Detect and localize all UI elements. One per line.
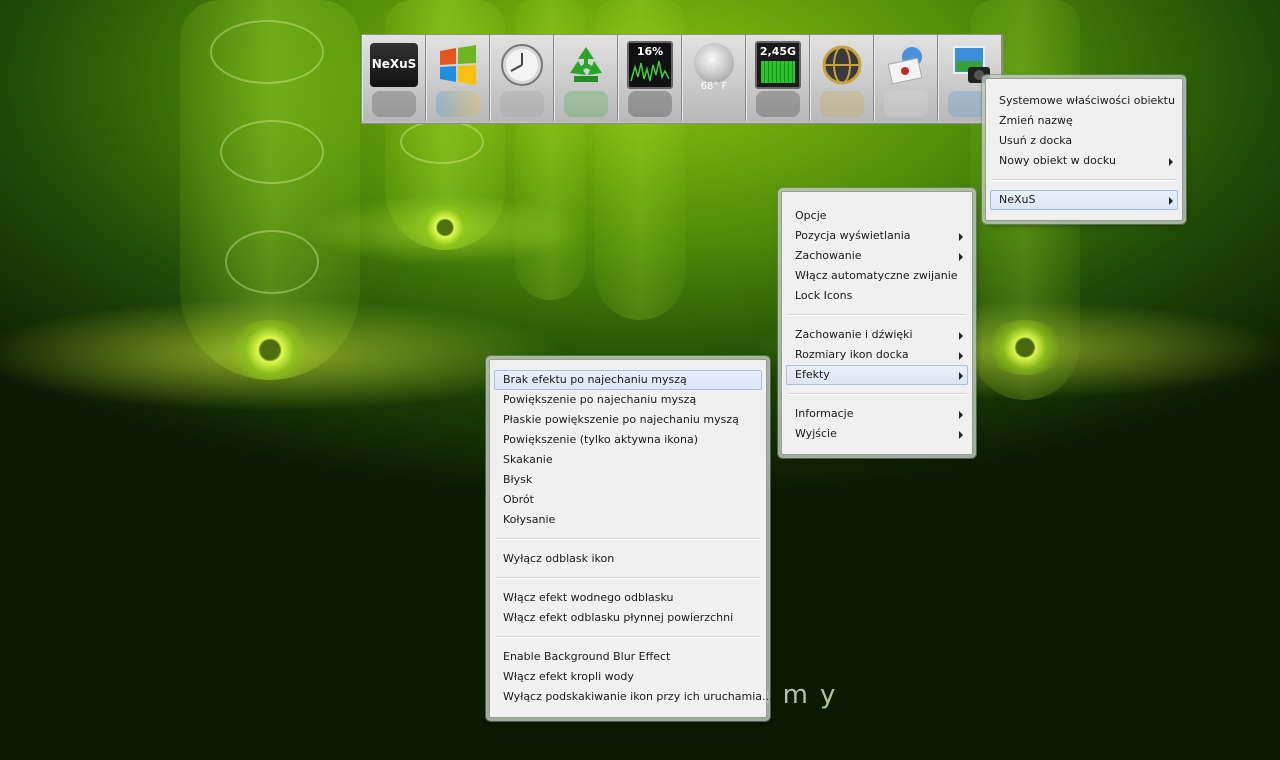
glow-ring bbox=[410, 205, 480, 250]
menu-item-disable-launch-bounce[interactable]: Wyłącz podskakiwanie ikon przy ich uruch… bbox=[494, 687, 773, 707]
clock-icon bbox=[500, 43, 544, 87]
dock-item-globe[interactable] bbox=[810, 35, 874, 121]
menu-item-lock-icons[interactable]: Lock Icons bbox=[786, 286, 968, 306]
windows-logo-icon bbox=[436, 43, 480, 87]
dock-item-windows[interactable] bbox=[426, 35, 490, 121]
submenu-arrow-icon bbox=[959, 352, 963, 360]
menu-item-effect-bounce[interactable]: Skakanie bbox=[494, 450, 762, 470]
helix-decoration bbox=[400, 120, 484, 164]
dock-item-memory-meter[interactable]: 2,45G bbox=[746, 35, 810, 121]
memory-meter-icon: 2,45G bbox=[755, 41, 801, 89]
menu-separator bbox=[788, 314, 966, 316]
item-context-menu: Systemowe właściwości obiektu Zmień nazw… bbox=[985, 78, 1183, 221]
menu-item-disable-icon-reflection[interactable]: Wyłącz odblask ikon bbox=[494, 549, 762, 569]
submenu-arrow-icon bbox=[959, 431, 963, 439]
menu-item-info[interactable]: Informacje bbox=[786, 404, 968, 424]
menu-separator bbox=[496, 577, 760, 579]
helix-decoration bbox=[210, 20, 324, 84]
helix-decoration bbox=[220, 120, 324, 184]
menu-item-behavior-sounds[interactable]: Zachowanie i dźwięki bbox=[786, 325, 968, 345]
globe-icon bbox=[820, 43, 864, 87]
menu-item-remove-from-dock[interactable]: Usuń z docka bbox=[990, 131, 1178, 151]
menu-item-display-position[interactable]: Pozycja wyświetlania bbox=[786, 226, 968, 246]
menu-item-effect-flash[interactable]: Błysk bbox=[494, 470, 762, 490]
dock-item-clock[interactable] bbox=[490, 35, 554, 121]
menu-separator bbox=[496, 636, 760, 638]
mail-icon bbox=[884, 43, 928, 87]
submenu-arrow-icon bbox=[959, 253, 963, 261]
submenu-arrow-icon bbox=[959, 332, 963, 340]
menu-item-nexus[interactable]: NeXuS bbox=[990, 190, 1178, 210]
nexus-icon: NeXuS bbox=[370, 43, 418, 87]
menu-separator bbox=[496, 538, 760, 540]
dock-bar: NeXuS 16% 68° F 2,45G bbox=[361, 34, 1003, 124]
cpu-meter-icon: 16% bbox=[627, 41, 673, 89]
menu-item-water-reflection[interactable]: Włącz efekt wodnego odblasku bbox=[494, 588, 762, 608]
dock-item-mail[interactable] bbox=[874, 35, 938, 121]
dock-main-menu: Opcje Pozycja wyświetlania Zachowanie Wł… bbox=[781, 191, 973, 455]
helix-decoration bbox=[225, 230, 319, 294]
menu-separator bbox=[992, 179, 1176, 181]
menu-item-options[interactable]: Opcje bbox=[786, 206, 968, 226]
menu-item-liquid-reflection[interactable]: Włącz efekt odblasku płynnej powierzchni bbox=[494, 608, 762, 628]
dock-item-weather[interactable]: 68° F bbox=[682, 35, 746, 121]
menu-item-exit[interactable]: Wyjście bbox=[786, 424, 968, 444]
menu-item-system-properties[interactable]: Systemowe właściwości obiektu bbox=[990, 91, 1178, 111]
glow-ring bbox=[225, 320, 315, 380]
recycle-bin-icon bbox=[564, 43, 608, 87]
menu-item-effects[interactable]: Efekty bbox=[786, 365, 968, 385]
weather-icon bbox=[694, 43, 734, 83]
menu-item-effect-none[interactable]: Brak efektu po najechaniu myszą bbox=[494, 370, 762, 390]
menu-item-effect-flat-zoom[interactable]: Płaskie powiększenie po najechaniu myszą bbox=[494, 410, 762, 430]
menu-item-effect-rotate[interactable]: Obrót bbox=[494, 490, 762, 510]
menu-item-effect-zoom-active[interactable]: Powiększenie (tylko aktywna ikona) bbox=[494, 430, 762, 450]
submenu-arrow-icon bbox=[1169, 197, 1173, 205]
menu-item-effect-zoom[interactable]: Powiększenie po najechaniu myszą bbox=[494, 390, 762, 410]
menu-separator bbox=[788, 393, 966, 395]
submenu-arrow-icon bbox=[959, 233, 963, 241]
glow-ring bbox=[985, 320, 1065, 375]
menu-item-autohide[interactable]: Włącz automatyczne zwijanie bbox=[786, 266, 968, 286]
dock-item-nexus[interactable]: NeXuS bbox=[362, 35, 426, 121]
menu-item-water-drop[interactable]: Włącz efekt kropli wody bbox=[494, 667, 762, 687]
submenu-arrow-icon bbox=[959, 411, 963, 419]
effects-submenu: Brak efektu po najechaniu myszą Powiększ… bbox=[489, 359, 773, 718]
menu-item-new-dock-object[interactable]: Nowy obiekt w docku bbox=[990, 151, 1178, 171]
submenu-arrow-icon bbox=[1169, 158, 1173, 166]
menu-item-background-blur[interactable]: Enable Background Blur Effect bbox=[494, 647, 762, 667]
dock-item-recycle[interactable] bbox=[554, 35, 618, 121]
submenu-arrow-icon bbox=[959, 372, 963, 380]
menu-item-behavior[interactable]: Zachowanie bbox=[786, 246, 968, 266]
menu-item-icon-sizes[interactable]: Rozmiary ikon docka bbox=[786, 345, 968, 365]
menu-item-effect-swing[interactable]: Kołysanie bbox=[494, 510, 762, 530]
menu-item-rename[interactable]: Zmień nazwę bbox=[990, 111, 1178, 131]
dock-item-cpu-meter[interactable]: 16% bbox=[618, 35, 682, 121]
